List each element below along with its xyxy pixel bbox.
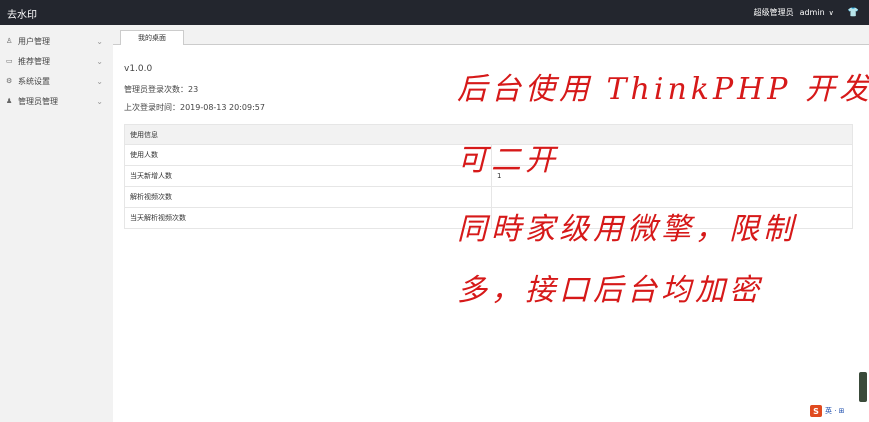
table-cell-label: 解析视频次数 [124,186,492,208]
scrollbar[interactable] [859,372,867,402]
overlay-annotation-line: 同時家级用微擎，限制 [457,212,797,247]
document-icon: ▭ [6,57,13,65]
chevron-down-icon[interactable]: ⌄ [96,77,103,86]
sidebar-item-label: 管理员管理 [18,96,58,106]
sidebar-item-label: 用户管理 [18,36,50,46]
chevron-down-icon[interactable]: ⌄ [96,37,103,46]
sidebar: ♙ 用户管理 ⌄ ▭ 推荐管理 ⌄ ⚙ 系统设置 ⌄ ♟ 管理员管理 ⌄ [0,25,113,422]
ime-status[interactable]: 英 · ⊞ [825,406,845,416]
table-cell-label: 当天新增人数 [124,165,492,187]
sidebar-item-label: 系统设置 [18,76,50,86]
app-title: 去水印 [7,10,37,21]
overlay-annotation-line: 多，接口后台均加密 [457,273,763,308]
chevron-down-icon[interactable]: ⌄ [96,57,103,66]
last-login-time: 上次登录时间：2019-08-13 20:09:57 [124,103,265,112]
ime-toolbar[interactable]: S 英 · ⊞ [810,405,845,417]
gear-icon: ⚙ [6,77,13,85]
sidebar-item-recommend[interactable]: ▭ 推荐管理 ⌄ [0,51,113,71]
chevron-down-icon[interactable]: ⌄ [96,97,103,106]
overlay-annotation-line: 后台使用 ThinkPHP 开发 [457,72,869,107]
user-menu[interactable]: 超级管理员 admin ∨ 👕 [754,7,859,18]
overlay-annotation-line: 可二开 [457,143,559,178]
admin-icon: ♟ [6,97,13,105]
table-cell-label: 使用人数 [124,144,492,166]
sidebar-item-admins[interactable]: ♟ 管理员管理 ⌄ [0,91,113,111]
ime-logo-icon[interactable]: S [810,405,822,417]
login-count: 管理员登录次数：23 [124,85,199,94]
version-label: v1.0.0 [124,64,153,74]
sidebar-item-users[interactable]: ♙ 用户管理 ⌄ [0,31,113,51]
table-cell-label: 当天解析视频次数 [124,207,492,229]
chevron-down-icon[interactable]: ∨ [829,9,834,17]
sidebar-item-settings[interactable]: ⚙ 系统设置 ⌄ [0,71,113,91]
username[interactable]: admin [800,8,825,17]
tab-my-desktop[interactable]: 我的桌面 [120,30,184,45]
shirt-icon[interactable]: 👕 [848,8,859,18]
top-bar: 去水印 超级管理员 admin ∨ 👕 [0,0,869,25]
tab-strip: 我的桌面 [113,25,869,45]
sidebar-item-label: 推荐管理 [18,56,50,66]
user-icon: ♙ [6,37,13,45]
user-role: 超级管理员 [753,8,794,17]
